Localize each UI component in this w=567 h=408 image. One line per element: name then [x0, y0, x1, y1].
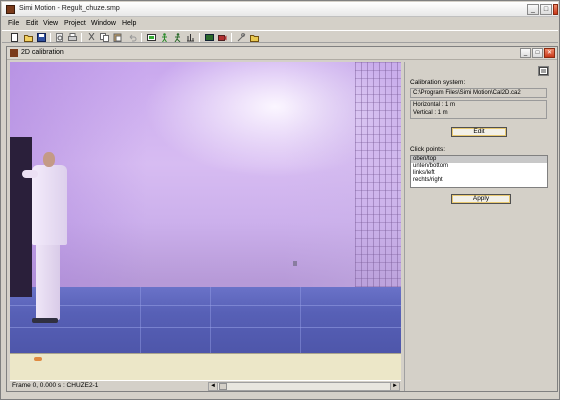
click-points-label: Click points:	[410, 146, 446, 153]
list-item-right[interactable]: rechts/right	[411, 177, 547, 184]
properties-icon	[539, 67, 548, 75]
stats-icon[interactable]	[186, 33, 195, 42]
camera-icon[interactable]	[205, 33, 214, 42]
cut-icon[interactable]	[87, 33, 96, 42]
dimensions-box: Horizontal : 1 m Vertical : 1 m	[410, 100, 547, 119]
wall-shading	[10, 62, 401, 292]
scroll-left-button[interactable]: ◄	[209, 383, 218, 390]
open-icon[interactable]	[24, 33, 33, 42]
status-bar: Frame 0, 0.000 s : CHUZE2-1 ◄ ►	[10, 380, 401, 391]
window-title: Simi Motion - Regult_chuze.smp	[19, 5, 120, 12]
person-arm	[22, 170, 38, 178]
child-title-bar: 2D calibration _ □ ✕	[7, 47, 557, 60]
title-bar: Simi Motion - Regult_chuze.smp _ □	[2, 2, 558, 17]
frame-status: Frame 0, 0.000 s : CHUZE2-1	[12, 382, 99, 389]
walk-icon[interactable]	[173, 33, 182, 42]
video-frame[interactable]	[10, 62, 401, 353]
menu-help[interactable]: Help	[122, 20, 136, 27]
person-head	[43, 152, 55, 167]
click-points-list[interactable]: oben/top unten/bottom links/left rechts/…	[410, 155, 548, 188]
marker-dot	[34, 357, 42, 361]
print-preview-icon[interactable]	[55, 33, 64, 42]
calibration-path-field: C:\Program Files\Simi Motion\Cal2D.ca2	[410, 88, 547, 98]
folder-icon[interactable]	[250, 33, 259, 42]
app-window: Simi Motion - Regult_chuze.smp _ □ File …	[0, 0, 560, 400]
apply-button[interactable]: Apply	[451, 194, 511, 204]
child-close-button[interactable]: ✕	[544, 48, 555, 58]
menu-edit[interactable]: Edit	[26, 20, 38, 27]
app-icon	[6, 5, 15, 14]
floor-mats	[10, 287, 401, 353]
vertical-value: Vertical : 1 m	[413, 110, 448, 116]
calibration-panel: Calibration system: C:\Program Files\Sim…	[404, 62, 556, 391]
undo-icon[interactable]	[128, 33, 137, 42]
person-feet	[32, 318, 58, 323]
list-item-top[interactable]: oben/top	[411, 156, 547, 163]
dark-panel	[10, 137, 32, 297]
record-icon[interactable]	[218, 33, 227, 42]
child-window-title: 2D calibration	[21, 49, 64, 56]
scroll-right-button[interactable]: ►	[390, 383, 399, 390]
paste-icon[interactable]	[113, 33, 122, 42]
properties-button[interactable]	[538, 66, 549, 76]
calibration-icon	[10, 49, 18, 57]
list-item-bottom[interactable]: unten/bottom	[411, 163, 547, 170]
menu-file[interactable]: File	[8, 20, 19, 27]
maximize-button[interactable]: □	[540, 4, 552, 15]
video-icon[interactable]	[147, 33, 156, 42]
menu-bar: File Edit View Project Window Help	[2, 18, 558, 29]
calibration-window: 2D calibration _ □ ✕ Frame 0, 0.000 s: …	[6, 46, 558, 392]
person-legs	[36, 240, 60, 320]
person-icon[interactable]	[160, 33, 169, 42]
save-icon[interactable]	[37, 33, 46, 42]
toolbar	[2, 30, 558, 43]
frame-scrollbar[interactable]: ◄ ►	[208, 382, 400, 391]
video-margin	[10, 353, 401, 380]
scroll-thumb[interactable]	[219, 383, 227, 390]
copy-icon[interactable]	[100, 33, 109, 42]
child-maximize-button[interactable]: □	[532, 48, 543, 58]
horizontal-value: Horizontal : 1 m	[413, 102, 456, 108]
new-icon[interactable]	[10, 33, 19, 42]
print-icon[interactable]	[68, 33, 77, 42]
edit-button[interactable]: Edit	[451, 127, 507, 137]
person-torso	[32, 165, 67, 245]
minimize-button[interactable]: _	[527, 4, 539, 15]
menu-project[interactable]: Project	[64, 20, 86, 27]
calibration-system-label: Calibration system:	[410, 79, 466, 86]
menu-window[interactable]: Window	[91, 20, 116, 27]
menu-view[interactable]: View	[43, 20, 58, 27]
settings-icon[interactable]	[237, 33, 246, 42]
list-item-left[interactable]: links/left	[411, 170, 547, 177]
close-button[interactable]	[553, 4, 558, 15]
net-curtain	[355, 62, 401, 302]
child-minimize-button[interactable]: _	[520, 48, 531, 58]
wall-outlet	[293, 261, 297, 266]
